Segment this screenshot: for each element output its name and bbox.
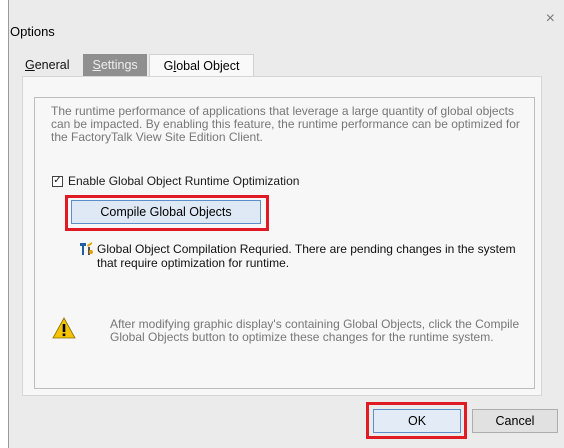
pending-changes-message: Global Object Compilation Requried. Ther… xyxy=(97,242,516,270)
close-icon[interactable]: × xyxy=(546,11,555,27)
tab-global-object-label: obal Object xyxy=(176,59,240,73)
cancel-button[interactable]: Cancel xyxy=(472,409,558,433)
tab-general-label: eneral xyxy=(34,58,70,72)
optimization-checkbox[interactable]: ✓ xyxy=(52,175,63,187)
compile-global-objects-button[interactable]: Compile Global Objects xyxy=(71,200,261,224)
tab-settings-mnemonic: S xyxy=(92,58,101,72)
optimization-checkbox-label[interactable]: Enable Global Object Runtime Optimizatio… xyxy=(68,174,299,188)
tab-general-mnemonic: G xyxy=(25,58,35,72)
tab-bar: General Settings Global Object xyxy=(16,54,255,76)
tab-global-object[interactable]: Global Object xyxy=(148,54,255,76)
tab-settings-label: ettings xyxy=(100,58,138,72)
tab-settings[interactable]: Settings xyxy=(83,54,147,76)
compile-instructions-message: After modifying graphic display's contai… xyxy=(110,317,520,344)
ok-button[interactable]: OK xyxy=(373,409,461,433)
optimization-checkbox-row[interactable]: ✓ Enable Global Object Runtime Optimizat… xyxy=(52,174,299,188)
tab-general[interactable]: General xyxy=(16,54,78,76)
feature-description: The runtime performance of applications … xyxy=(51,104,520,144)
warning-icon xyxy=(52,317,76,339)
tab-global-object-label-start: G xyxy=(163,59,174,73)
compile-status-icon xyxy=(80,242,93,255)
dialog-title: Options xyxy=(10,24,55,39)
